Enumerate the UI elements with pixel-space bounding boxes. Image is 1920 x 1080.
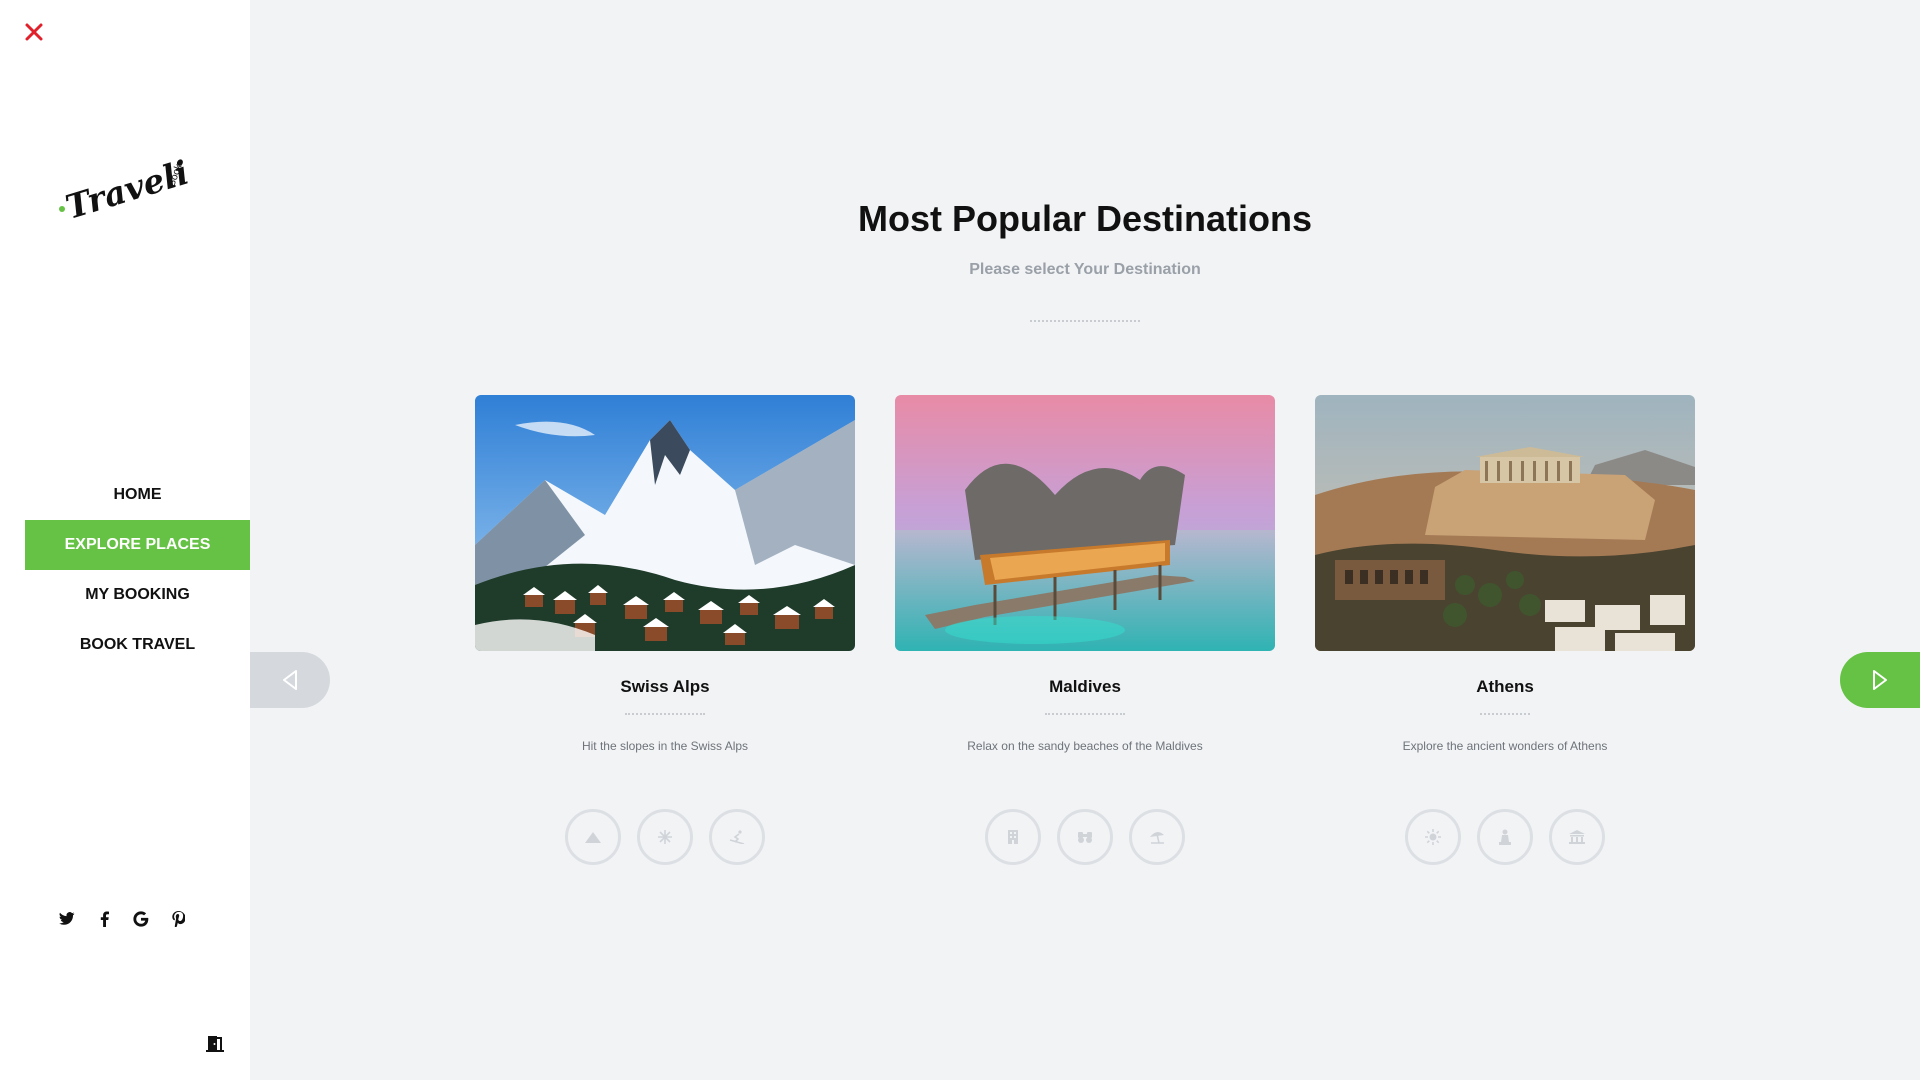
card-divider (1480, 713, 1530, 715)
activity-icons (1315, 809, 1695, 865)
card-divider (625, 713, 705, 715)
nav-item-my-booking[interactable]: MY BOOKING (25, 570, 250, 620)
destination-card-swiss-alps: Swiss Alps Hit the slopes in the Swiss A… (475, 395, 855, 865)
triangle-right-icon (1873, 670, 1887, 690)
sun-icon[interactable] (1405, 809, 1461, 865)
destination-description: Hit the slopes in the Swiss Alps (581, 739, 749, 753)
close-icon (25, 23, 43, 41)
page-title: Most Popular Destinations (857, 198, 1313, 239)
social-links (58, 910, 187, 928)
museum-icon[interactable] (1549, 809, 1605, 865)
main-content: Most Popular Destinations Please select … (250, 0, 1920, 1080)
destination-cards: Swiss Alps Hit the slopes in the Swiss A… (475, 395, 1695, 865)
destination-description: Explore the ancient wonders of Athens (1402, 739, 1608, 753)
destination-card-maldives: Maldives Relax on the sandy beaches of t… (895, 395, 1275, 865)
pinterest-icon[interactable] (169, 910, 187, 928)
close-menu-button[interactable] (22, 20, 46, 44)
facebook-icon[interactable] (95, 910, 113, 928)
destination-card-athens: Athens Explore the ancient wonders of At… (1315, 395, 1695, 865)
statue-icon[interactable] (1477, 809, 1533, 865)
skiing-icon[interactable] (709, 809, 765, 865)
maldives-image[interactable] (895, 395, 1275, 651)
swiss-alps-image[interactable] (475, 395, 855, 651)
activity-icons (895, 809, 1275, 865)
destination-title[interactable]: Maldives (895, 677, 1275, 697)
nav-item-book-travel[interactable]: BOOK TRAVEL (25, 620, 250, 670)
athens-image[interactable] (1315, 395, 1695, 651)
destination-title[interactable]: Swiss Alps (475, 677, 855, 697)
nav-item-explore-places[interactable]: EXPLORE PLACES (25, 520, 250, 570)
hotel-icon[interactable] (985, 809, 1041, 865)
card-divider (1045, 713, 1125, 715)
triangle-left-icon (283, 670, 297, 690)
google-icon[interactable] (132, 910, 150, 928)
binoculars-icon[interactable] (1057, 809, 1113, 865)
mountain-icon[interactable] (565, 809, 621, 865)
activity-icons (475, 809, 855, 865)
snowflake-icon[interactable] (637, 809, 693, 865)
main-nav: HOME EXPLORE PLACES MY BOOKING BOOK TRAV… (25, 470, 250, 670)
logo[interactable]: Traveli Book (55, 145, 205, 227)
beach-umbrella-icon[interactable] (1129, 809, 1185, 865)
carousel-next-button[interactable] (1840, 652, 1920, 708)
logout-icon[interactable] (206, 1034, 224, 1052)
nav-item-home[interactable]: HOME (25, 470, 250, 520)
destination-description: Relax on the sandy beaches of the Maldiv… (967, 739, 1203, 753)
carousel-prev-button[interactable] (250, 652, 330, 708)
title-divider (1030, 320, 1140, 322)
page-subtitle: Please select Your Destination (969, 261, 1201, 278)
destination-title[interactable]: Athens (1315, 677, 1695, 697)
sidebar: Traveli Book HOME EXPLORE PLACES MY BOOK… (0, 0, 250, 1080)
twitter-icon[interactable] (58, 910, 76, 928)
